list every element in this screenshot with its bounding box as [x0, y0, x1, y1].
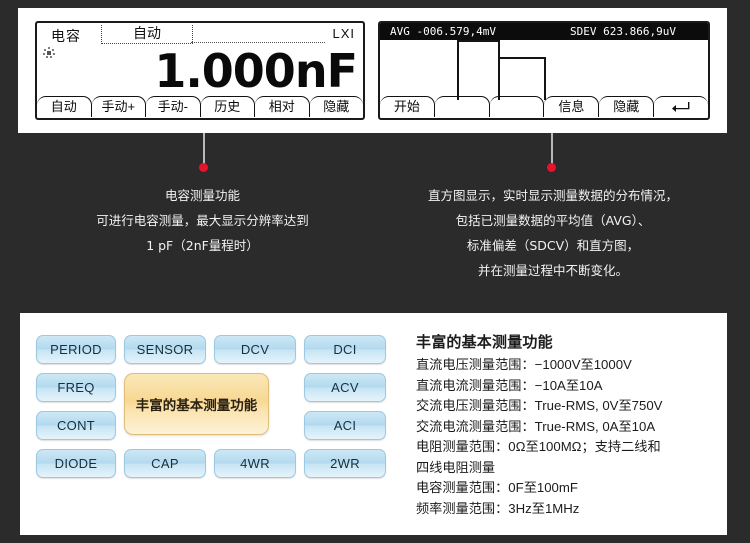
top-white-panel: 电容 自动 LXI 1.000nF 自动 手动+ 手动- 历史 相对 隐藏 AV…: [18, 8, 727, 133]
softkey-start[interactable]: 开始: [380, 96, 435, 117]
function-button-acv[interactable]: ACV: [304, 373, 386, 402]
function-button-cap[interactable]: CAP: [124, 449, 206, 478]
spec-line-dcv: 直流电压测量范围：−1000V至1000V: [416, 357, 632, 372]
callout-right-line-2: 包括已测量数据的平均值（AVG）、: [455, 213, 651, 228]
callout-dot-right: [547, 163, 556, 172]
softkey-auto[interactable]: 自动: [37, 96, 92, 117]
softkey-history[interactable]: 历史: [200, 96, 255, 117]
measure-mode-label: 电容: [51, 28, 81, 44]
softkey-hide[interactable]: 隐藏: [599, 96, 655, 117]
right-softkey-row: 开始 信息 隐藏: [380, 96, 708, 117]
function-button-grid: PERIOD SENSOR DCV DCI FREQ ACV CONT ACI …: [36, 335, 391, 478]
function-button-2wr[interactable]: 2WR: [304, 449, 386, 478]
function-button-aci[interactable]: ACI: [304, 411, 386, 440]
function-button-sensor[interactable]: SENSOR: [124, 335, 206, 364]
softkey-return[interactable]: [654, 96, 708, 117]
spec-line-acv: 交流电压测量范围：True-RMS, 0V至750V: [416, 398, 663, 413]
callout-text-left: 电容测量功能 可进行电容测量，最大显示分辨率达到 1 pF（2nF量程时）: [40, 183, 365, 258]
softkey-manual-down[interactable]: 手动-: [146, 96, 201, 117]
softkey-relative[interactable]: 相对: [255, 96, 310, 117]
spec-line-res-1: 电阻测量范围：0Ω至100MΩ；支持二线和: [416, 439, 661, 454]
sdev-statistic: SDEV 623.866,9uV: [570, 25, 676, 38]
callout-stem-left: [203, 133, 205, 166]
callout-left-title: 电容测量功能: [164, 188, 240, 203]
softkey-info[interactable]: 信息: [544, 96, 600, 117]
callout-left-line-2: 1 pF（2nF量程时）: [146, 238, 259, 253]
spec-line-dci: 直流电流测量范围：−10A至10A: [416, 377, 603, 393]
bottom-white-panel: PERIOD SENSOR DCV DCI FREQ ACV CONT ACI …: [20, 313, 727, 535]
callout-left-line-1: 可进行电容测量，最大显示分辨率达到: [96, 213, 309, 228]
callout-right-line-4: 并在测量过程中不断变化。: [477, 263, 628, 278]
range-mode-label: 自动: [101, 25, 193, 44]
return-arrow-icon: [671, 98, 691, 115]
primary-reading: 1.000nF: [154, 44, 358, 98]
left-softkey-row: 自动 手动+ 手动- 历史 相对 隐藏: [37, 96, 363, 117]
softkey-manual-up[interactable]: 手动+: [91, 96, 146, 117]
histogram-bar: [457, 40, 500, 100]
spec-line-cap: 电容测量范围：0F至100mF: [416, 480, 578, 495]
specs-heading: 丰富的基本测量功能: [416, 334, 553, 351]
function-button-cont[interactable]: CONT: [36, 411, 116, 440]
function-button-dci[interactable]: DCI: [304, 335, 386, 364]
spec-line-freq: 频率测量范围：3Hz至1MHz: [416, 500, 580, 516]
function-button-dcv[interactable]: DCV: [214, 335, 296, 364]
callout-dot-left: [199, 163, 208, 172]
spec-line-aci: 交流电流测量范围：True-RMS, 0A至10A: [416, 418, 656, 434]
histogram-display: AVG -006.579,4mV SDEV 623.866,9uV 开始 信息 …: [378, 21, 710, 120]
statistics-bar: AVG -006.579,4mV SDEV 623.866,9uV: [380, 23, 708, 40]
callout-text-right: 直方图显示，实时显示测量数据的分布情况， 包括已测量数据的平均值（AVG）、 标…: [388, 183, 718, 283]
capacitance-display: 电容 自动 LXI 1.000nF 自动 手动+ 手动- 历史 相对 隐藏: [35, 21, 365, 120]
softkey-blank-2[interactable]: [489, 96, 545, 117]
callout-stem-right: [551, 133, 553, 166]
function-button-diode[interactable]: DIODE: [36, 449, 116, 478]
center-highlight-box: 丰富的基本测量功能: [124, 373, 269, 435]
softkey-blank-1[interactable]: [434, 96, 490, 117]
function-button-freq[interactable]: FREQ: [36, 373, 116, 402]
callout-right-line-3: 标准偏差（SDCV）和直方图，: [466, 238, 640, 253]
spec-line-res-2: 四线电阻测量: [416, 459, 496, 475]
callout-right-line-1: 直方图显示，实时显示测量数据的分布情况，: [427, 188, 678, 203]
specifications-block: 丰富的基本测量功能 直流电压测量范围：−1000V至1000V 直流电流测量范围…: [416, 331, 716, 519]
avg-statistic: AVG -006.579,4mV: [390, 25, 496, 38]
function-button-period[interactable]: PERIOD: [36, 335, 116, 364]
function-button-4wr[interactable]: 4WR: [214, 449, 296, 478]
softkey-hide[interactable]: 隐藏: [309, 96, 363, 117]
header-dotted-rule: [191, 42, 325, 43]
display-header: 电容 自动 LXI: [37, 25, 363, 45]
histogram-bar: [498, 56, 546, 100]
histogram-plot: [380, 40, 708, 100]
lxi-indicator: LXI: [332, 26, 355, 41]
